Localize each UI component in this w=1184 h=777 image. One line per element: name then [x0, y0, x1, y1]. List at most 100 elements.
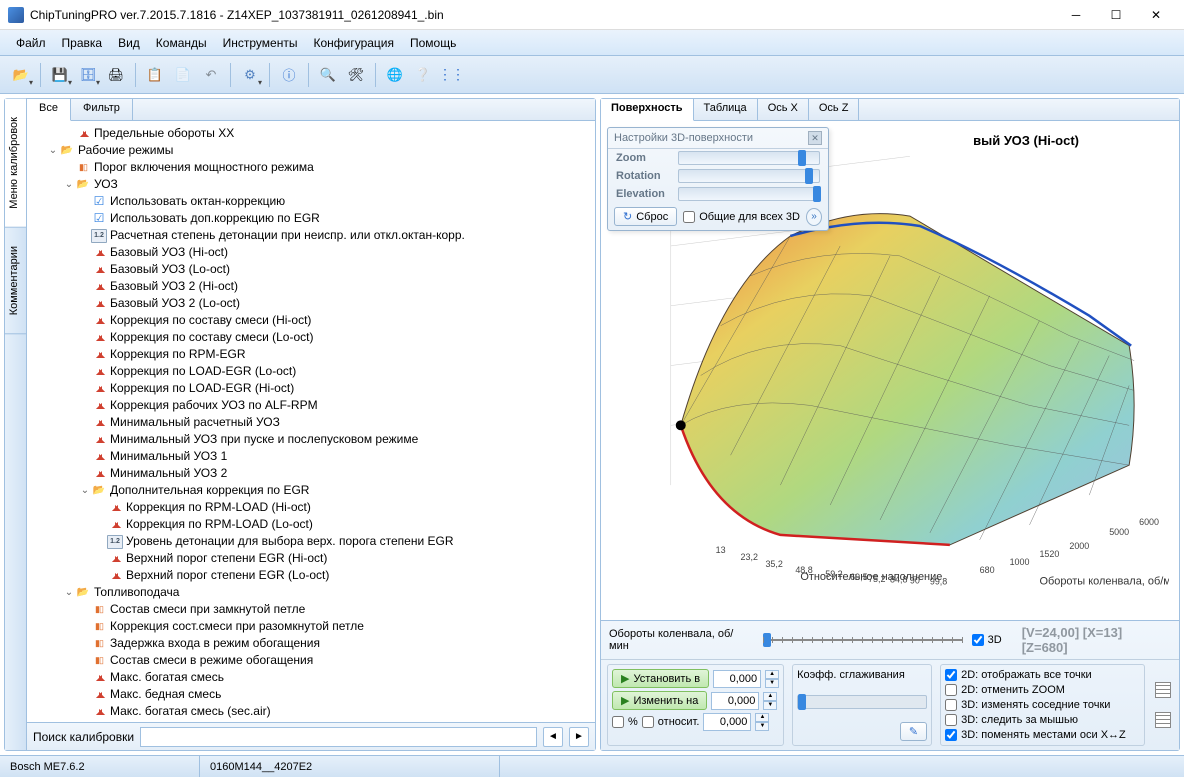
tab-axis-z[interactable]: Ось Z — [809, 99, 860, 120]
tab-axis-x[interactable]: Ось X — [758, 99, 809, 120]
maximize-button[interactable]: ☐ — [1096, 1, 1136, 29]
tree-item[interactable]: Базовый УОЗ 2 (Hi-oct) — [29, 278, 593, 295]
tree-toggle[interactable]: ⌄ — [63, 176, 75, 193]
opt-3d-followmouse[interactable]: 3D: следить за мышью — [945, 714, 1140, 726]
tree-item[interactable]: Коррекция по RPM-LOAD (Lo-oct) — [29, 516, 593, 533]
tree-item[interactable]: Базовый УОЗ 2 (Lo-oct) — [29, 295, 593, 312]
menu-tools[interactable]: Инструменты — [215, 33, 306, 53]
print-button[interactable]: 🖨 — [103, 62, 129, 88]
tree-item[interactable]: Коррекция по LOAD-EGR (Lo-oct) — [29, 363, 593, 380]
tree-item[interactable]: Верхний порог степени EGR (Lo-oct) — [29, 567, 593, 584]
globe-button[interactable]: 🌐 — [382, 62, 408, 88]
tree-item[interactable]: Коррекция сост.смеси при разомкнутой пет… — [29, 618, 593, 635]
search-button[interactable]: 🔍 — [315, 62, 341, 88]
copy-button[interactable]: 📋 — [142, 62, 168, 88]
menu-file[interactable]: Файл — [8, 33, 54, 53]
tree-item[interactable]: Предельные обороты ХХ — [29, 125, 593, 142]
search-prev-button[interactable]: ◄ — [543, 727, 563, 747]
grid-icon-1[interactable] — [1155, 682, 1171, 698]
tree-item[interactable]: Использовать октан-коррекцию — [29, 193, 593, 210]
tree-item[interactable]: Порог включения мощностного режима — [29, 159, 593, 176]
opt-2d-cancelzoom[interactable]: 2D: отменить ZOOM — [945, 684, 1140, 696]
tab-filter[interactable]: Фильтр — [71, 99, 133, 120]
vtab-comments[interactable]: Комментарии — [5, 228, 26, 334]
tree-item[interactable]: Коррекция по LOAD-EGR (Hi-oct) — [29, 380, 593, 397]
minimize-button[interactable]: ─ — [1056, 1, 1096, 29]
vtab-calibrations[interactable]: Меню калибровок — [5, 99, 26, 228]
smooth-apply-button[interactable]: ✎ — [900, 722, 927, 741]
grid-icon-2[interactable] — [1155, 712, 1171, 728]
set-value-stepper[interactable]: ▲▼ — [765, 670, 779, 688]
tree-item[interactable]: ⌄📂Рабочие режимы — [29, 142, 593, 159]
menu-help[interactable]: Помощь — [402, 33, 464, 53]
set-value-input[interactable] — [713, 670, 761, 688]
help-button[interactable]: ❔ — [410, 62, 436, 88]
tab-table[interactable]: Таблица — [694, 99, 758, 120]
tree-item[interactable]: Использовать доп.коррекцию по EGR — [29, 210, 593, 227]
tree-item[interactable]: Минимальный УОЗ при пуске и послепусково… — [29, 431, 593, 448]
tree-toggle[interactable]: ⌄ — [63, 584, 75, 601]
gear-button[interactable]: ⚙ — [237, 62, 263, 88]
tree-item[interactable]: ⌄📂Топливоподача — [29, 584, 593, 601]
checkbox-3d[interactable]: 3D — [972, 634, 1002, 646]
menu-commands[interactable]: Команды — [148, 33, 215, 53]
tab-all[interactable]: Все — [27, 99, 71, 121]
panel3d-close-button[interactable]: ✕ — [808, 131, 822, 145]
tree-item[interactable]: Макс. богатая смесь (sec.air) — [29, 703, 593, 720]
saveall-button[interactable]: 🗄 — [75, 62, 101, 88]
tree-item[interactable]: Базовый УОЗ (Lo-oct) — [29, 261, 593, 278]
tree-item[interactable]: Коррекция по составу смеси (Hi-oct) — [29, 312, 593, 329]
tools-button[interactable]: 🛠 — [343, 62, 369, 88]
reset-button[interactable]: ↻Сброс — [614, 207, 677, 226]
set-value-button[interactable]: ▶Установить в — [612, 669, 709, 688]
opt-2d-allpoints[interactable]: 2D: отображать все точки — [945, 669, 1140, 681]
opt-3d-swapaxes[interactable]: 3D: поменять местами оси X↔Z — [945, 729, 1140, 741]
paste-button[interactable]: 📄 — [170, 62, 196, 88]
menu-edit[interactable]: Правка — [54, 33, 111, 53]
tree-item[interactable]: Базовый УОЗ (Hi-oct) — [29, 244, 593, 261]
tree-item[interactable]: Минимальный расчетный УОЗ — [29, 414, 593, 431]
undo-button[interactable]: ↶ — [198, 62, 224, 88]
relative-checkbox[interactable]: относит. — [642, 716, 700, 728]
search-next-button[interactable]: ► — [569, 727, 589, 747]
tree-item[interactable]: ⌄📂УОЗ — [29, 176, 593, 193]
expand-button[interactable]: » — [806, 208, 822, 226]
menu-view[interactable]: Вид — [110, 33, 148, 53]
tree-item[interactable]: Макс. богатая смесь — [29, 669, 593, 686]
drag-handle[interactable]: ⋮⋮ — [438, 62, 464, 88]
calibration-tree[interactable]: Предельные обороты ХХ⌄📂Рабочие режимыПор… — [27, 121, 595, 722]
info-button[interactable]: ⓘ — [276, 62, 302, 88]
tree-item[interactable]: Коррекция рабочих УОЗ по ALF-RPM — [29, 397, 593, 414]
rpm-slider[interactable] — [763, 632, 962, 648]
percent-stepper[interactable]: ▲▼ — [755, 713, 769, 731]
zoom-slider[interactable] — [678, 151, 820, 165]
change-value-input[interactable] — [711, 692, 759, 710]
tree-item[interactable]: Макс. бедная смесь — [29, 686, 593, 703]
opt-3d-neighbors[interactable]: 3D: изменять соседние точки — [945, 699, 1140, 711]
tree-item[interactable]: ⌄📂Дополнительная коррекция по EGR — [29, 482, 593, 499]
smooth-slider[interactable] — [797, 695, 927, 709]
elevation-slider[interactable] — [678, 187, 820, 201]
tree-item[interactable]: Минимальный УОЗ 2 — [29, 465, 593, 482]
tree-toggle[interactable]: ⌄ — [79, 482, 91, 499]
tab-surface[interactable]: Поверхность — [601, 99, 694, 121]
save-button[interactable]: 💾 — [47, 62, 73, 88]
change-value-stepper[interactable]: ▲▼ — [763, 692, 777, 710]
tree-item[interactable]: 1.2Уровень детонации для выбора верх. по… — [29, 533, 593, 550]
tree-item[interactable]: Состав смеси при замкнутой петле — [29, 601, 593, 618]
search-input[interactable] — [140, 727, 537, 747]
rotation-slider[interactable] — [678, 169, 820, 183]
tree-item[interactable]: Состав смеси в режиме обогащения — [29, 652, 593, 669]
percent-input[interactable] — [703, 713, 751, 731]
shared-checkbox[interactable]: Общие для всех 3D — [683, 211, 800, 223]
chart-area[interactable]: вый УОЗ (Hi-oct) Настройки 3D-поверхност… — [601, 121, 1179, 620]
tree-item[interactable]: Коррекция по RPM-EGR — [29, 346, 593, 363]
tree-toggle[interactable]: ⌄ — [47, 142, 59, 159]
tree-item[interactable]: Коррекция по составу смеси (Lo-oct) — [29, 329, 593, 346]
tree-item[interactable]: Минимальный УОЗ 1 — [29, 448, 593, 465]
open-button[interactable]: 📂 — [8, 62, 34, 88]
percent-checkbox[interactable]: % — [612, 716, 638, 728]
close-button[interactable]: ✕ — [1136, 1, 1176, 29]
tree-item[interactable]: Коррекция по RPM-LOAD (Hi-oct) — [29, 499, 593, 516]
tree-item[interactable]: 1.2Расчетная степень детонации при неисп… — [29, 227, 593, 244]
